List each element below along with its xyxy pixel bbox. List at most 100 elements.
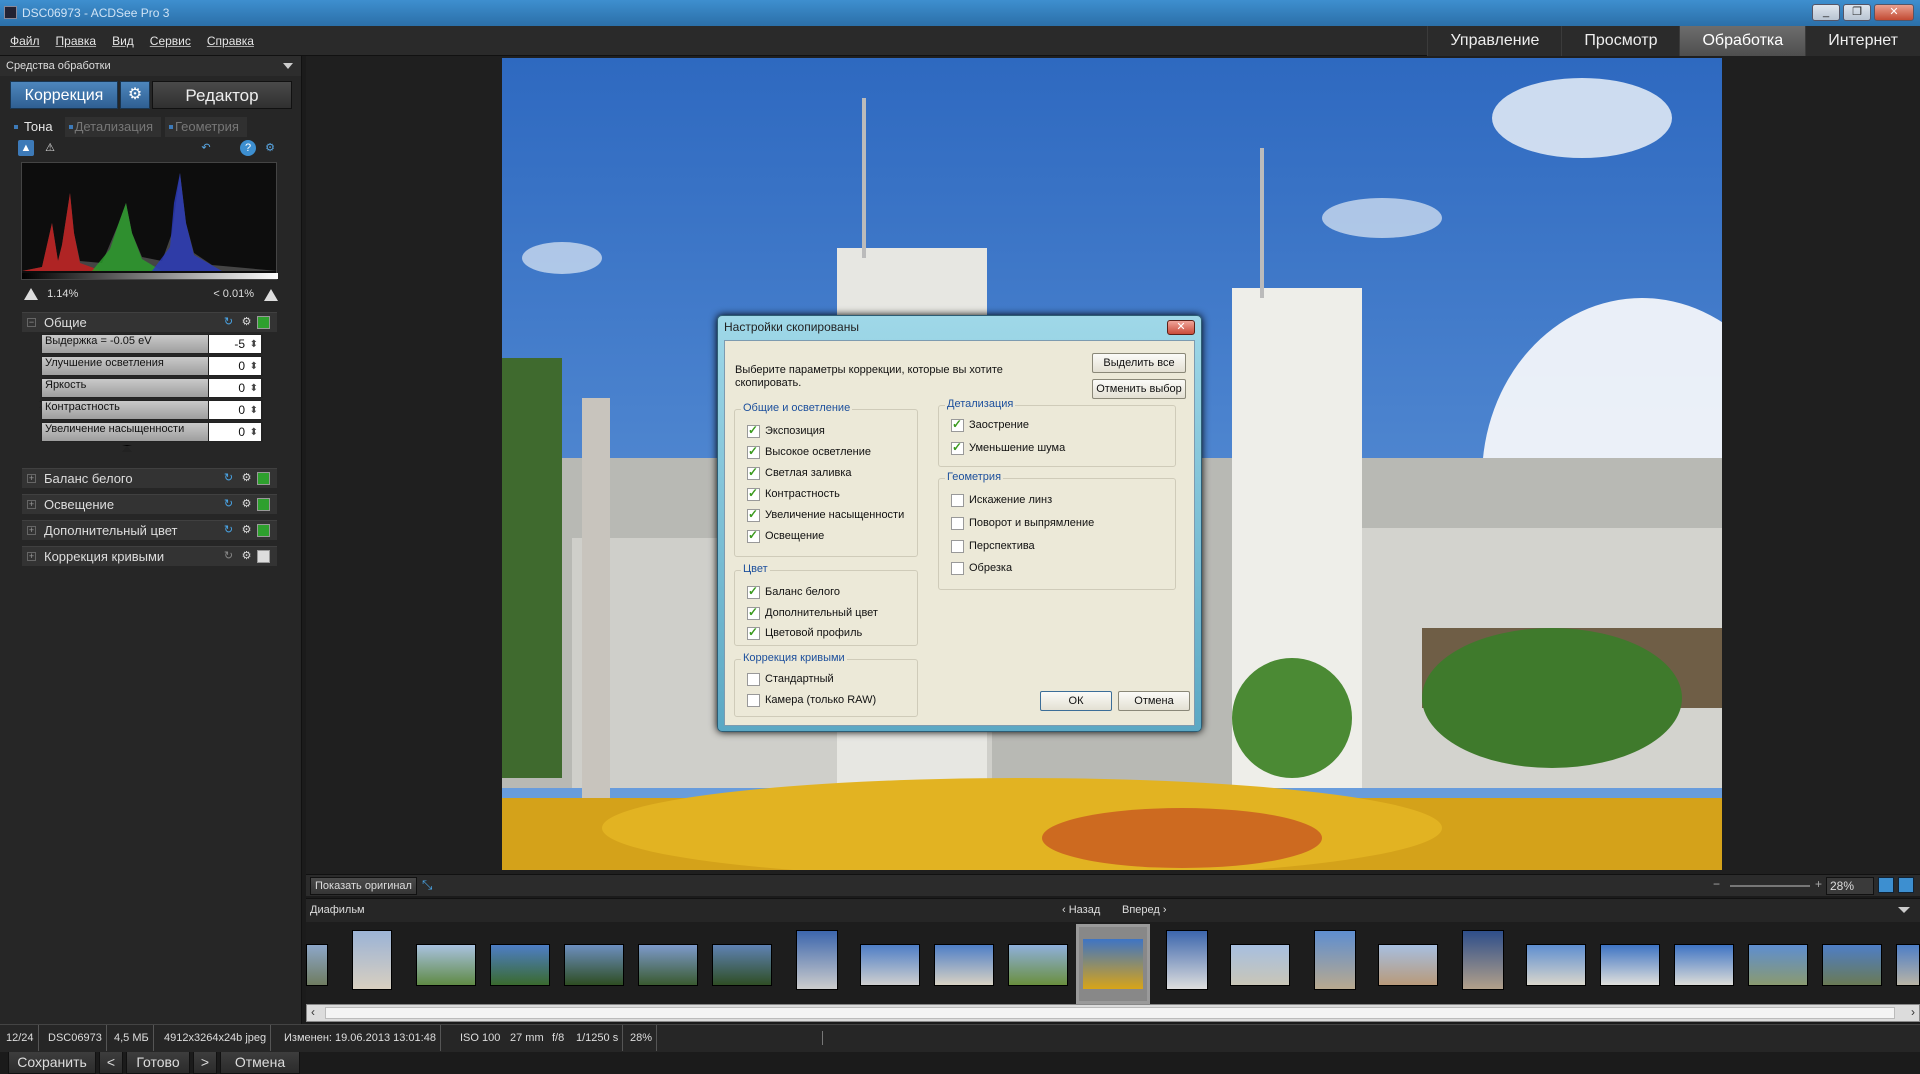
group-lighting[interactable]: + Освещение ↻ ⚙ (22, 494, 277, 514)
expand-icon[interactable]: + (27, 500, 36, 509)
group-white-balance[interactable]: + Баланс белого ↻ ⚙ (22, 468, 277, 488)
mode-online[interactable]: Интернет (1805, 26, 1920, 56)
thumbnail[interactable] (1462, 930, 1504, 990)
thumbnail[interactable] (416, 944, 476, 986)
zoom-in-icon[interactable]: + (1815, 877, 1822, 891)
menu-help[interactable]: Справка (207, 34, 254, 48)
forward-button[interactable]: Вперед › (1122, 904, 1167, 916)
slider-thumb[interactable] (122, 445, 132, 452)
mode-manage[interactable]: Управление (1427, 26, 1562, 56)
thumbnail[interactable] (1008, 944, 1068, 986)
close-button[interactable]: ✕ (1874, 4, 1914, 21)
back-button[interactable]: ‹ Назад (1062, 904, 1100, 916)
mode-process[interactable]: Обработка (1679, 26, 1806, 56)
scroll-right-icon[interactable]: › (1911, 1005, 1915, 1019)
subtab-detail[interactable]: Детализация (64, 117, 162, 137)
checkbox-lighting[interactable]: Освещение (747, 528, 824, 545)
thumbnail[interactable] (1314, 930, 1356, 990)
checkbox-standard[interactable]: Стандартный (747, 672, 834, 688)
select-all-button[interactable]: Выделить все (1092, 353, 1186, 373)
checkbox-exposure[interactable]: Экспозиция (747, 423, 825, 440)
reset-icon[interactable]: ↻ (222, 472, 235, 485)
fit-icon[interactable] (1878, 877, 1894, 893)
zoom-level[interactable]: 28% (1826, 877, 1874, 895)
gear-icon[interactable]: ⚙ (240, 550, 253, 563)
gear-icon[interactable]: ⚙ (240, 524, 253, 537)
group-general[interactable]: − Общие ↻ ⚙ (22, 312, 277, 332)
maximize-button[interactable]: ❐ (1843, 4, 1871, 21)
ok-button[interactable]: ОК (1040, 691, 1112, 711)
group-color-equalizer[interactable]: + Дополнительный цвет ↻ ⚙ (22, 520, 277, 540)
zoom-slider[interactable] (1730, 885, 1810, 887)
thumbnail-selected[interactable] (1076, 924, 1150, 1004)
thumbnail[interactable] (712, 944, 772, 986)
thumbnail[interactable] (638, 944, 698, 986)
collapse-icon[interactable] (1898, 907, 1910, 913)
settings-icon[interactable]: ⚙ (262, 140, 278, 156)
subtab-geometry[interactable]: Геометрия (165, 117, 247, 137)
minimize-button[interactable]: _ (1812, 4, 1840, 21)
thumbnail[interactable] (306, 944, 328, 986)
group-tone-curves[interactable]: + Коррекция кривыми ↻ ⚙ (22, 546, 277, 566)
expand-icon[interactable]: + (27, 552, 36, 561)
thumbnail[interactable] (860, 944, 920, 986)
deselect-button[interactable]: Отменить выбор (1092, 379, 1186, 399)
reset-icon[interactable]: ↻ (222, 524, 235, 537)
checkbox-color-equalizer[interactable]: Дополнительный цвет (747, 605, 878, 622)
panel-dropdown-icon[interactable] (283, 63, 293, 69)
thumbnail[interactable] (1822, 944, 1882, 986)
menu-edit[interactable]: Правка (56, 34, 97, 48)
shadow-warning-icon[interactable] (24, 288, 38, 301)
value-stepper[interactable]: 0 (208, 356, 262, 376)
checkbox-contrast[interactable]: Контрастность (747, 486, 840, 503)
value-stepper[interactable]: 0 (208, 400, 262, 420)
histogram-icon[interactable]: ▲ (18, 140, 34, 156)
filmstrip-scrollbar[interactable]: ‹ › (306, 1004, 1920, 1022)
help-icon[interactable]: ? (240, 140, 256, 156)
group-enable-checkbox[interactable] (257, 472, 270, 485)
group-enable-checkbox[interactable] (257, 524, 270, 537)
reset-icon[interactable]: ↻ (222, 498, 235, 511)
undo-icon[interactable]: ↶ (198, 140, 214, 156)
expand-icon[interactable]: + (27, 474, 36, 483)
dialog-cancel-button[interactable]: Отмена (1118, 691, 1190, 711)
reset-icon[interactable]: ↻ (222, 550, 235, 563)
show-original-button[interactable]: Показать оригинал (310, 877, 417, 895)
menu-view[interactable]: Вид (112, 34, 134, 48)
thumbnail[interactable] (1166, 930, 1208, 990)
checkbox-perspective[interactable]: Перспектива (951, 539, 1035, 555)
dialog-close-button[interactable]: ✕ (1167, 320, 1195, 335)
expand-icon[interactable]: + (27, 526, 36, 535)
gear-icon[interactable]: ⚙ (240, 472, 253, 485)
gear-icon[interactable]: ⚙ (240, 498, 253, 511)
collapse-icon[interactable]: − (27, 318, 36, 327)
checkbox-noise-reduction[interactable]: Уменьшение шума (951, 440, 1065, 457)
value-stepper[interactable]: 0 (208, 378, 262, 398)
checkbox-highlight[interactable]: Высокое осветление (747, 444, 871, 461)
checkbox-rotate-straighten[interactable]: Поворот и выпрямление (951, 516, 1094, 532)
gear-icon[interactable]: ⚙ (240, 316, 253, 329)
mode-view[interactable]: Просмотр (1561, 26, 1680, 56)
zoom-out-icon[interactable]: − (1713, 877, 1720, 891)
thumbnail[interactable] (1674, 944, 1734, 986)
next-button[interactable]: > (193, 1050, 217, 1074)
gear-icon[interactable]: ⚙ (120, 81, 150, 109)
highlight-warning-icon[interactable] (264, 289, 278, 301)
checkbox-fill-light[interactable]: Светлая заливка (747, 465, 852, 482)
thumbnail[interactable] (1748, 944, 1808, 986)
menu-file[interactable]: Файл (10, 34, 40, 48)
group-enable-checkbox[interactable] (257, 550, 270, 563)
cancel-button[interactable]: Отмена (220, 1050, 300, 1074)
checkbox-white-balance[interactable]: Баланс белого (747, 584, 840, 601)
checkbox-camera-raw[interactable]: Камера (только RAW) (747, 693, 876, 709)
tab-editor[interactable]: Редактор (152, 81, 292, 109)
checkbox-saturation[interactable]: Увеличение насыщенности (747, 507, 904, 524)
thumbnail[interactable] (1230, 944, 1290, 986)
compare-icon[interactable]: ⤡ (422, 877, 432, 893)
scroll-left-icon[interactable]: ‹ (311, 1005, 315, 1019)
warning-toggle-icon[interactable]: ⚠ (42, 140, 58, 156)
thumbnail[interactable] (1378, 944, 1438, 986)
fullscreen-icon[interactable] (1898, 877, 1914, 893)
scroll-thumb[interactable] (325, 1007, 1895, 1019)
done-button[interactable]: Готово (126, 1050, 190, 1074)
